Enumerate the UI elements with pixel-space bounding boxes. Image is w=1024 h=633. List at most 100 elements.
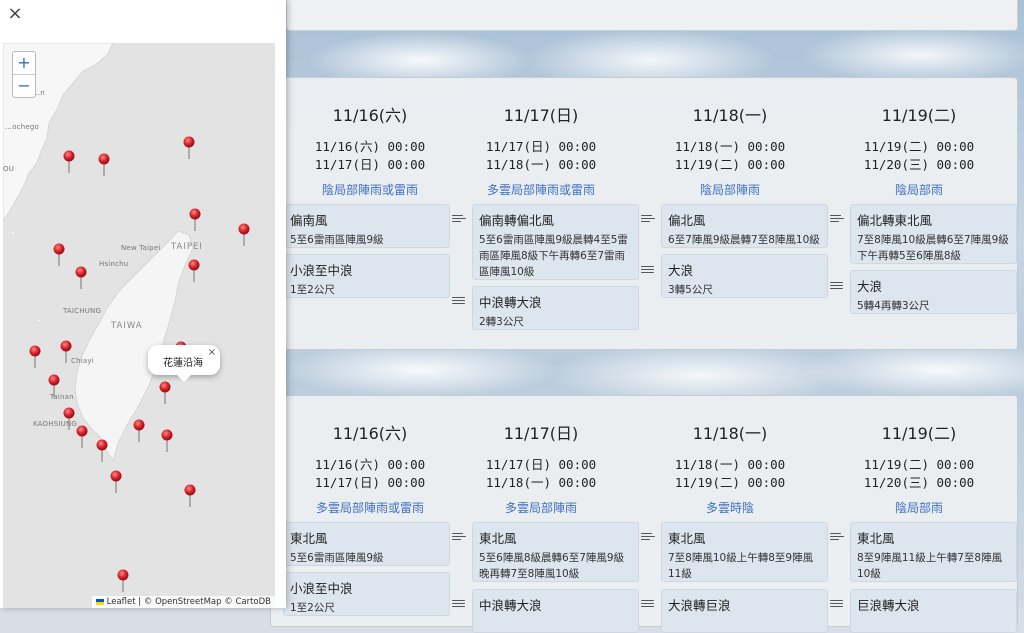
forecast-time-end: 11/18(一) 00:00 [485,157,597,172]
wind-desc: 6至7陣風9級晨轉7至8陣風10級 [668,234,820,246]
map-marker[interactable] [133,419,145,443]
forecast-date: 11/19(二) [881,106,957,125]
popup-title: 花蓮沿海 [163,358,203,369]
wind-box: 偏北轉東北風 7至8陣風10級晨轉6至7陣風9級下午再轉5至6陣風8級 [850,204,1017,264]
wave-box: 大浪 5轉4再轉3公尺 [850,270,1017,314]
wave-icon [452,295,466,305]
map-marker[interactable] [189,208,201,232]
weather-description: 多雲局部陣雨或雷雨 [486,183,595,197]
wave-icon [641,264,655,274]
wave-title: 大浪 [668,263,694,278]
forecast-time-start: 11/18(一) 00:00 [674,457,786,472]
zoom-out-button[interactable]: − [13,74,35,97]
weather-description: 多雲局部陣雨 [504,501,577,515]
map-marker[interactable] [63,150,75,174]
map-markers [29,136,250,593]
wave-title: 大浪 [857,279,883,294]
map-marker[interactable] [183,136,195,160]
wind-title: 東北風 [290,531,328,546]
wave-title: 中浪轉大浪 [479,295,542,310]
map-marker[interactable] [29,345,41,369]
wind-box: 東北風 8至9陣風11級上午轉7至8陣風10級 [850,522,1017,582]
previous-card-bottom [286,0,1018,31]
wave-icon [452,598,466,608]
wind-icon [830,213,844,223]
forecast-date: 11/18(一) [692,424,768,443]
wind-box: 偏南風 5至6雷雨區陣風9級 [283,204,450,248]
map-marker[interactable] [76,425,88,449]
attribution-text[interactable]: Leaflet | © OpenStreetMap © CartoDB [107,597,271,607]
wave-desc: 1至2公尺 [290,602,335,614]
wind-box: 東北風 7至8陣風10級上午轉8至9陣風11級 [661,522,828,582]
wind-desc: 5至6雷雨區陣風9級晨轉4至5雷雨區陣風8級下午再轉6至7雷雨區陣風10級 [479,234,628,278]
forecast-time-start: 11/19(二) 00:00 [863,457,975,472]
forecast-date: 11/16(六) [332,424,408,443]
wave-title: 巨浪轉大浪 [857,598,920,613]
wind-title: 東北風 [857,531,895,546]
wave-desc: 5轉4再轉3公尺 [857,300,930,312]
map-marker[interactable] [96,439,108,463]
weather-description: 陰局部陣雨 [699,183,760,197]
map-marker[interactable] [184,484,196,508]
weather-description: 多雲時陰 [705,501,754,515]
wind-icon [641,213,655,223]
forecast-date: 11/17(日) [503,106,579,125]
wind-title: 偏南轉偏北風 [479,213,555,228]
forecast-time-start: 11/17(日) 00:00 [485,457,597,472]
map-marker[interactable] [110,470,122,494]
map-marker[interactable] [159,381,171,405]
map-panel: × …ochego …n OU New Taipei TAIPEI Hsinch… [0,0,286,608]
wave-icon [830,280,844,290]
forecast-time-end: 11/17(日) 00:00 [314,475,426,490]
forecast-time-start: 11/18(一) 00:00 [674,139,786,154]
forecast-time-end: 11/17(日) 00:00 [314,157,426,172]
wind-title: 東北風 [479,531,517,546]
wave-desc: 2轉3公尺 [479,316,524,328]
wind-title: 偏北轉東北風 [857,213,933,228]
map-marker[interactable] [63,407,75,431]
map-marker[interactable] [75,266,87,290]
close-icon[interactable]: × [6,5,24,23]
weather-description: 多雲局部陣雨或雷雨 [315,501,424,515]
wind-icon [641,531,655,541]
wave-box: 巨浪轉大浪 [850,589,1017,633]
weather-description: 陰局部雨 [894,501,943,515]
forecast-time-end: 11/19(二) 00:00 [674,475,786,490]
forecast-time-start: 11/19(二) 00:00 [863,139,975,154]
wave-title: 小浪至中浪 [290,263,353,278]
map[interactable]: …ochego …n OU New Taipei TAIPEI Hsinchu … [3,43,275,608]
map-marker[interactable] [117,569,129,593]
wave-box: 小浪至中浪 1至2公尺 [283,572,450,616]
zoom-in-button[interactable]: + [13,52,35,74]
wind-box: 東北風 5至6雷雨區陣風9級 [283,522,450,566]
wave-desc: 1至2公尺 [290,284,335,296]
wave-box: 中浪轉大浪 [472,589,639,633]
wind-box: 偏南轉偏北風 5至6雷雨區陣風9級晨轉4至5雷雨區陣風8級下午再轉6至7雷雨區陣… [472,204,639,280]
wind-title: 東北風 [668,531,706,546]
map-marker[interactable] [60,340,72,364]
map-marker[interactable] [161,429,173,453]
map-marker[interactable] [48,374,60,398]
wind-desc: 5至6雷雨區陣風9級 [290,552,384,564]
forecast-time-end: 11/18(一) 00:00 [485,475,597,490]
wind-desc: 5至6陣風8級晨轉6至7陣風9級晚再轉7至8陣風10級 [479,552,625,580]
forecast-date: 11/17(日) [503,424,579,443]
map-marker[interactable] [188,259,200,283]
map-marker[interactable] [53,243,65,267]
wind-icon [830,531,844,541]
map-popup: 花蓮沿海 × [148,345,220,382]
forecast-time-start: 11/17(日) 00:00 [485,139,597,154]
wave-icon [830,598,844,608]
map-marker[interactable] [98,153,110,177]
wave-box: 大浪轉巨浪 [661,589,828,633]
wave-title: 中浪轉大浪 [479,598,542,613]
wind-desc: 7至8陣風10級晨轉6至7陣風9級下午再轉5至6陣風8級 [857,234,1009,262]
forecast-date: 11/16(六) [332,106,408,125]
wind-icon [452,531,466,541]
ukraine-flag-icon [95,598,104,605]
forecast-date: 11/19(二) [881,424,957,443]
popup-close-icon[interactable]: × [208,347,216,358]
wave-title: 大浪轉巨浪 [668,598,731,613]
map-marker[interactable] [238,223,250,247]
forecast-date: 11/18(一) [692,106,768,125]
